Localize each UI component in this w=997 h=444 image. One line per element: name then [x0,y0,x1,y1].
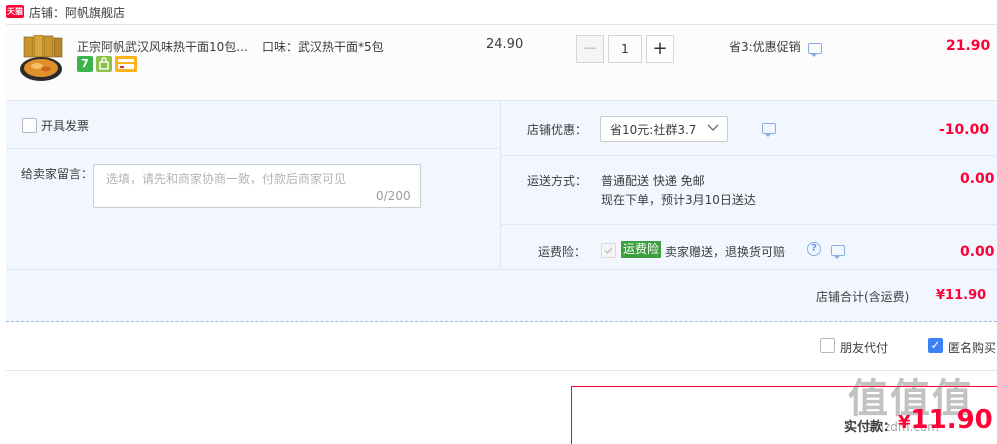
divider [6,148,500,149]
message-placeholder: 选填，请先和商家协商一致，付款后商家可见 [106,172,347,186]
pay-total-label: 实付款： [844,420,897,435]
quantity-input[interactable]: 1 [608,35,642,63]
message-char-count: 0/200 [376,189,411,203]
currency-symbol: ¥ [898,412,911,433]
quantity-stepper: − 1 + [576,35,674,63]
shop-coupon-value[interactable]: 省10元:社群3.7 [610,121,696,138]
promotion-text: 省3:优惠促销 [729,40,801,54]
coupon-discount-amount: -10.00 [939,122,990,138]
card-icon[interactable] [115,56,137,72]
seven-day-return-icon[interactable]: 7 [77,56,93,72]
insurance-description: 卖家赠送，退换货可赔 [665,245,786,259]
shop-total-label: 店铺合计(含运费) [816,290,910,304]
chevron-down-icon[interactable] [706,120,720,134]
shipping-amount: 0.00 [960,171,995,187]
shop-coupon-label: 店铺优惠： [527,123,588,137]
insurance-label: 运费险： [538,245,587,259]
product-sku: 口味：武汉热干面*5包 [262,40,384,54]
friend-pay-checkbox[interactable] [820,338,835,353]
service-icons: 7 [77,56,137,72]
help-icon[interactable]: ? [807,242,821,256]
shipping-eta: 现在下单，预计3月10日送达 [601,193,756,207]
divider [500,100,501,269]
invoice-checkbox[interactable] [22,118,37,133]
shopping-bag-icon[interactable] [96,56,112,72]
pay-total-amount: ¥11.90 [898,405,993,435]
product-subtotal: 21.90 [946,38,991,54]
anonymous-purchase-checkbox[interactable]: ✓ [928,338,943,353]
shop-total-amount: ¥11.90 [936,288,987,303]
chat-icon[interactable] [761,123,776,137]
anonymous-purchase-label[interactable]: 匿名购买 [948,339,996,356]
product-title-link[interactable]: 正宗阿帆武汉风味热干面10包... [77,38,248,55]
tmall-badge: 天猫 [6,5,24,18]
chat-icon[interactable] [808,43,822,57]
insurance-amount: 0.00 [960,244,995,260]
divider [6,269,997,270]
invoice-label[interactable]: 开具发票 [41,117,89,134]
pay-amount-value: 11.90 [910,405,993,435]
unit-price: 24.90 [486,37,524,52]
product-thumbnail[interactable] [18,34,64,83]
chat-icon[interactable] [830,245,845,259]
product-row [6,24,997,100]
quantity-increase-button[interactable]: + [646,35,674,63]
message-label: 给卖家留言： [21,167,94,181]
divider [6,321,997,322]
shop-name-link[interactable]: 店铺：阿帆旗舰店 [29,4,125,21]
divider [501,155,997,156]
friend-pay-label[interactable]: 朋友代付 [840,339,888,356]
insurance-checkbox [601,243,616,258]
shipping-label: 运送方式： [527,174,588,188]
insurance-tag: 运费险 [621,241,662,258]
shipping-method: 普通配送 快递 免邮 [601,174,705,188]
quantity-decrease-button[interactable]: − [576,35,604,63]
divider [501,224,997,225]
